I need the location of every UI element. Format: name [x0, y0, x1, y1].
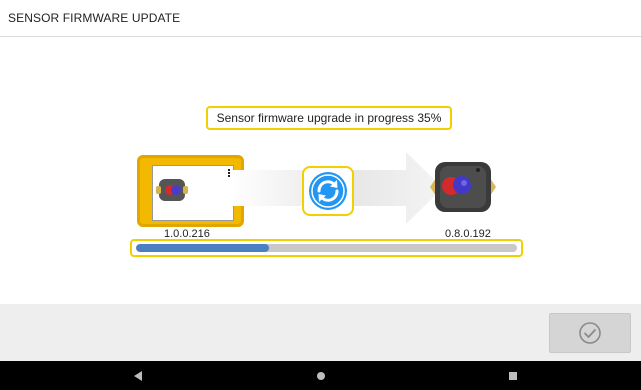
status-message-box: Sensor firmware upgrade in progress 35% — [206, 106, 452, 130]
home-circle-icon — [317, 371, 325, 380]
android-navigation-bar — [0, 361, 641, 390]
sync-button-frame — [302, 166, 354, 216]
nav-recents-button[interactable] — [493, 361, 533, 390]
tablet-screen — [152, 165, 234, 221]
mini-sensor-icon — [156, 179, 188, 201]
confirm-button[interactable] — [549, 313, 631, 353]
back-triangle-icon — [134, 370, 142, 381]
progress-bar — [130, 239, 523, 257]
page-title: SENSOR FIRMWARE UPDATE — [8, 11, 181, 25]
progress-track — [136, 244, 517, 252]
status-message: Sensor firmware upgrade in progress 35% — [216, 111, 442, 125]
header-bar: SENSOR FIRMWARE UPDATE — [0, 0, 641, 37]
checkmark-circle-icon — [579, 322, 601, 344]
progress-fill — [136, 244, 270, 252]
nav-home-button[interactable] — [301, 361, 341, 390]
sync-icon — [309, 172, 347, 210]
recents-square-icon — [509, 371, 517, 380]
nav-back-button[interactable] — [118, 361, 158, 390]
footer-bar — [0, 304, 641, 361]
tablet-device-icon — [137, 155, 244, 227]
sensor-device-icon — [430, 162, 496, 212]
